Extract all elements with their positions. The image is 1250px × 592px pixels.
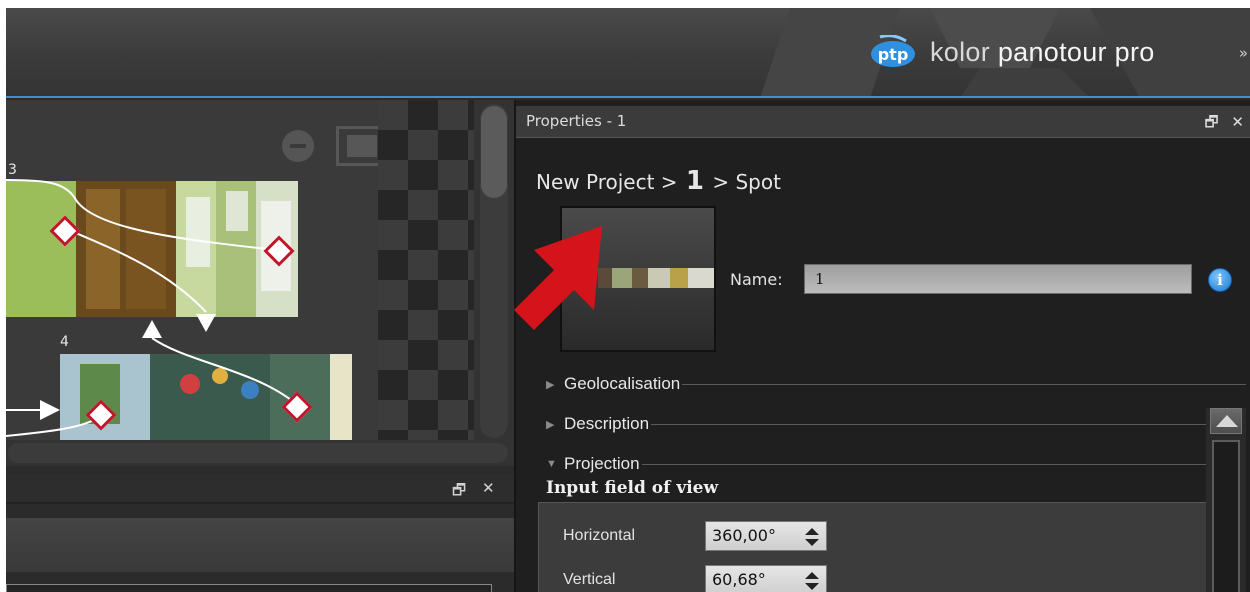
horizontal-fov-spinbox[interactable]: 360,00° [705, 521, 827, 551]
tour-graph-view[interactable]: 3 4 [6, 100, 378, 440]
section-divider [641, 463, 1210, 465]
bottom-panel-toolbar [6, 518, 514, 572]
close-panel-icon[interactable]: ✕ [1231, 113, 1248, 131]
annotation-arrow-icon [514, 226, 602, 330]
vertical-fov-spinbox[interactable]: 60,68° [705, 565, 827, 592]
breadcrumb: New Project > 1 > Spot [536, 166, 781, 196]
spin-up-down-icon[interactable] [804, 527, 820, 547]
section-label: Geolocalisation [564, 374, 681, 393]
app-header: ptp kolor panotour pro » [6, 8, 1250, 98]
name-field[interactable]: 1 [804, 264, 1192, 294]
red-arrow-shape [514, 226, 602, 330]
bottom-panel-content[interactable] [6, 584, 492, 592]
collapse-arrow-icon: ▼ [546, 458, 557, 470]
brand-prefix: kolor [930, 36, 991, 67]
graph-horizontal-scrollbar[interactable] [6, 440, 514, 466]
scrollbar-track[interactable] [8, 443, 508, 463]
graph-vertical-scrollbar[interactable] [474, 100, 514, 440]
section-divider [651, 423, 1210, 425]
bottom-panel-titlebar: 🗗 ✕ [6, 474, 514, 504]
horizontal-label: Horizontal [563, 527, 636, 544]
input-fov-group: Horizontal 360,00° Vertical 60,68° [538, 502, 1208, 592]
breadcrumb-project[interactable]: New Project [536, 170, 654, 194]
expand-arrow-icon: ▶ [546, 378, 555, 391]
info-icon[interactable]: i [1208, 268, 1232, 292]
input-fov-title: Input field of view [546, 478, 719, 498]
svg-text:ptp: ptp [878, 45, 909, 64]
section-label: Projection [564, 454, 640, 473]
section-divider [682, 383, 1246, 385]
section-label: Description [564, 414, 650, 433]
properties-vertical-scrollbar[interactable] [1206, 408, 1246, 592]
section-description[interactable]: ▶ Description [546, 412, 1210, 436]
graph-canvas-background [378, 100, 474, 440]
graph-links [6, 179, 297, 437]
ptp-logo-icon: ptp [870, 34, 916, 69]
breadcrumb-item[interactable]: 1 [686, 166, 704, 196]
float-panel-icon[interactable]: 🗗 [452, 480, 466, 505]
section-geolocalisation[interactable]: ▶ Geolocalisation [546, 372, 1246, 396]
vertical-label: Vertical [563, 571, 616, 588]
breadcrumb-separator: > [660, 170, 678, 194]
close-panel-icon[interactable]: ✕ [482, 479, 495, 497]
scrollbar-thumb[interactable] [481, 106, 507, 198]
float-panel-icon[interactable]: 🗗 [1205, 113, 1223, 131]
breadcrumb-separator: > [712, 170, 730, 194]
name-label: Name: [730, 270, 783, 289]
expand-arrow-icon: ▶ [546, 418, 555, 431]
horizontal-fov-value: 360,00° [712, 526, 776, 545]
vertical-fov-value: 60,68° [712, 570, 766, 589]
toolbar-expander-icon[interactable]: » [1239, 44, 1248, 62]
scroll-up-icon[interactable] [1210, 408, 1242, 434]
properties-panel: Properties - 1 🗗 ✕ New Project > 1 > Spo… [514, 100, 1250, 592]
brand-logo: ptp kolor panotour pro [870, 28, 1155, 76]
brand-product: panotour pro [997, 36, 1155, 67]
scrollbar-thumb[interactable] [1212, 440, 1240, 592]
properties-title: Properties - 1 [526, 112, 627, 130]
breadcrumb-type: Spot [735, 170, 781, 194]
properties-window-buttons: 🗗 ✕ [1205, 112, 1248, 137]
panotour-window: ptp kolor panotour pro » 3 4 🗗 ✕ Propert… [6, 8, 1250, 592]
properties-titlebar: Properties - 1 🗗 ✕ [516, 106, 1250, 138]
section-projection[interactable]: ▼ Projection [546, 452, 1210, 476]
spin-up-down-icon[interactable] [804, 571, 820, 591]
brand-name: kolor panotour pro [930, 37, 1155, 68]
